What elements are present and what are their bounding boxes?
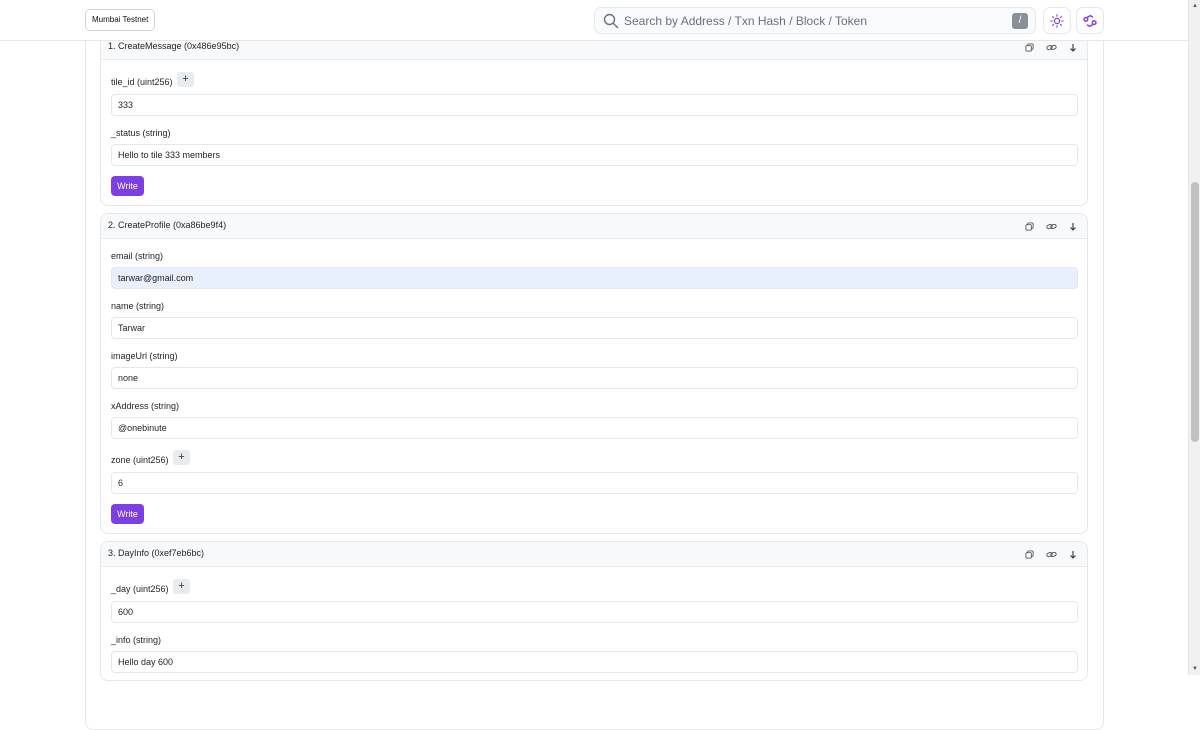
- arrow-down-icon[interactable]: [1065, 546, 1081, 562]
- theme-toggle-button[interactable]: [1043, 7, 1071, 34]
- function-card-createprofile: 2. CreateProfile (0xa86be9f4) email (str…: [100, 213, 1088, 534]
- copy-icon[interactable]: [1021, 218, 1037, 234]
- search-icon: [603, 13, 619, 29]
- param-input[interactable]: 333: [111, 94, 1078, 116]
- scroll-up-arrow-icon[interactable]: ▲: [1191, 2, 1199, 10]
- function-card-dayinfo: 3. DayInfo (0xef7eb6bc) _day (uint256) +…: [100, 541, 1088, 681]
- link-icon[interactable]: [1043, 39, 1059, 55]
- param-label: tile_id (uint256): [111, 77, 173, 87]
- function-title: 1. CreateMessage (0x486e95bc): [108, 41, 240, 51]
- polygon-logo-icon: [1083, 14, 1097, 27]
- write-button[interactable]: Write: [111, 176, 144, 196]
- param-label: name (string): [111, 301, 165, 311]
- param-label: zone (uint256): [111, 455, 169, 465]
- search-box[interactable]: Search by Address / Txn Hash / Block / T…: [594, 7, 1036, 34]
- param-input[interactable]: tarwar@gmail.com: [111, 267, 1078, 289]
- arrow-down-icon[interactable]: [1065, 218, 1081, 234]
- link-icon[interactable]: [1043, 218, 1059, 234]
- search-placeholder: Search by Address / Txn Hash / Block / T…: [624, 14, 868, 28]
- function-header[interactable]: 3. DayInfo (0xef7eb6bc): [101, 542, 1087, 567]
- sun-icon: [1050, 13, 1064, 28]
- page-scrollbar[interactable]: ▲ ▼: [1188, 0, 1200, 675]
- param-input[interactable]: 6: [111, 472, 1078, 494]
- function-title: 3. DayInfo (0xef7eb6bc): [108, 548, 205, 558]
- param-input[interactable]: 600: [111, 601, 1078, 623]
- network-selector-button[interactable]: Mumbai Testnet: [85, 9, 156, 31]
- function-header[interactable]: 2. CreateProfile (0xa86be9f4): [101, 214, 1087, 239]
- copy-icon[interactable]: [1021, 546, 1037, 562]
- scroll-down-arrow-icon[interactable]: ▼: [1191, 665, 1199, 673]
- link-icon[interactable]: [1043, 546, 1059, 562]
- top-header: Mumbai Testnet Search by Address / Txn H…: [0, 0, 1188, 41]
- arrow-down-icon[interactable]: [1065, 39, 1081, 55]
- param-label: email (string): [111, 251, 164, 261]
- param-input[interactable]: Tarwar: [111, 317, 1078, 339]
- add-multiplier-button[interactable]: +: [177, 72, 194, 87]
- polygon-network-button[interactable]: [1076, 7, 1104, 34]
- param-label: _day (uint256): [111, 584, 169, 594]
- scrollbar-thumb[interactable]: [1191, 182, 1199, 442]
- param-input[interactable]: none: [111, 367, 1078, 389]
- param-label: _info (string): [111, 635, 162, 645]
- param-input[interactable]: Hello day 600: [111, 651, 1078, 673]
- copy-icon[interactable]: [1021, 39, 1037, 55]
- param-input[interactable]: @onebinute: [111, 417, 1078, 439]
- add-multiplier-button[interactable]: +: [173, 579, 190, 594]
- param-label: _status (string): [111, 128, 171, 138]
- write-button[interactable]: Write: [111, 504, 144, 524]
- param-label: xAddress (string): [111, 401, 180, 411]
- function-card-createmessage: 1. CreateMessage (0x486e95bc) tile_id (u…: [100, 34, 1088, 206]
- function-title: 2. CreateProfile (0xa86be9f4): [108, 220, 227, 230]
- search-shortcut-badge: /: [1012, 13, 1028, 29]
- param-label: imageUrl (string): [111, 351, 178, 361]
- param-input[interactable]: Hello to tile 333 members: [111, 144, 1078, 166]
- add-multiplier-button[interactable]: +: [173, 450, 190, 465]
